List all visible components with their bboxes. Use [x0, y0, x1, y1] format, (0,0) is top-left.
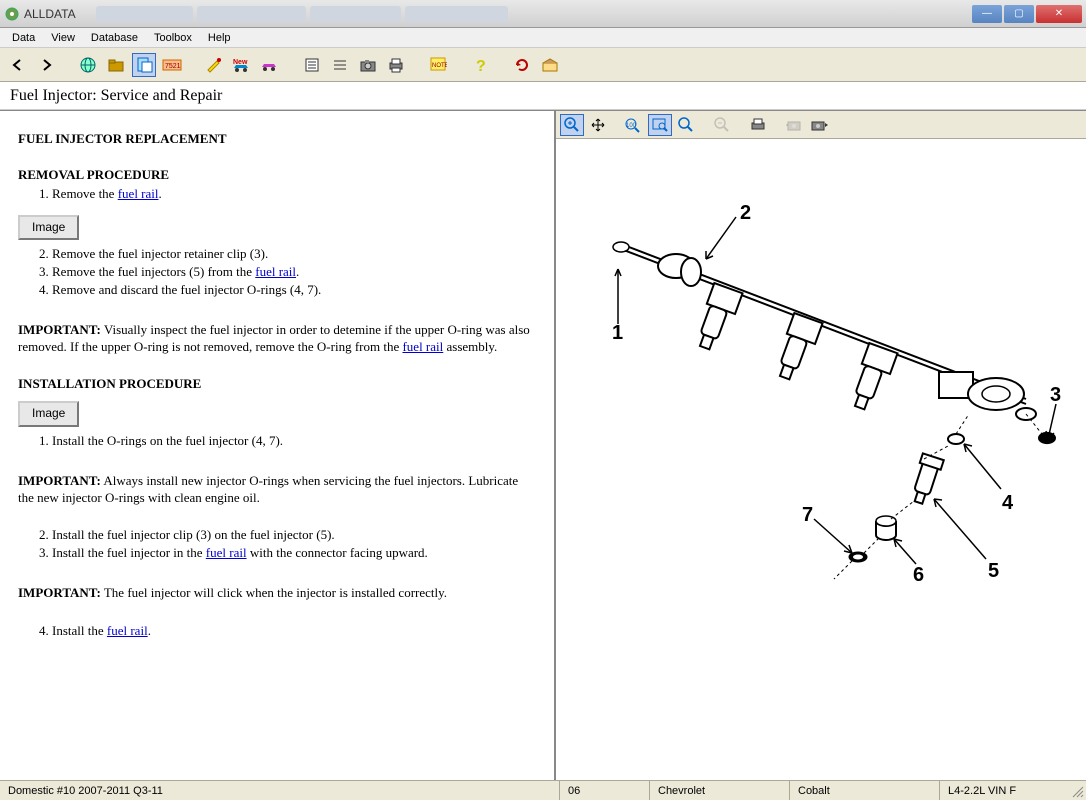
image-button[interactable]: Image: [18, 215, 79, 241]
fuel-rail-link[interactable]: fuel rail: [255, 264, 296, 279]
install-step: Install the fuel injector in the fuel ra…: [52, 545, 536, 562]
bg-tab[interactable]: [405, 6, 508, 22]
content-area: FUEL INJECTOR REPLACEMENT REMOVAL PROCED…: [0, 110, 1086, 780]
globe-icon[interactable]: [76, 53, 100, 77]
install-step: Install the fuel rail.: [52, 623, 536, 640]
resize-grip-icon[interactable]: [1070, 784, 1084, 798]
new-car-icon[interactable]: New: [230, 53, 254, 77]
removal-step: Remove the fuel rail.: [52, 186, 536, 203]
svg-text:5: 5: [988, 560, 999, 582]
zoom-100-icon[interactable]: 100: [622, 114, 646, 136]
removal-step: Remove the fuel injector retainer clip (…: [52, 246, 536, 263]
fuel-rail-link[interactable]: fuel rail: [118, 186, 159, 201]
menu-toolbox[interactable]: Toolbox: [146, 30, 200, 46]
camera-prev-icon: [782, 114, 806, 136]
menu-data[interactable]: Data: [4, 30, 43, 46]
menu-view[interactable]: View: [43, 30, 83, 46]
menu-bar: Data View Database Toolbox Help: [0, 28, 1086, 48]
svg-text:7: 7: [802, 504, 813, 526]
status-disc: Domestic #10 2007-2011 Q3-11: [0, 781, 560, 800]
car-icon[interactable]: [258, 53, 282, 77]
svg-text:NOTE: NOTE: [432, 63, 447, 69]
fuel-rail-link[interactable]: fuel rail: [206, 545, 247, 560]
status-model: Cobalt: [790, 781, 940, 800]
svg-text:7521: 7521: [165, 63, 181, 70]
camera-next-icon[interactable]: [808, 114, 832, 136]
removal-heading: REMOVAL PROCEDURE: [18, 167, 536, 184]
image-pane: 100: [554, 111, 1086, 780]
status-make: Chevrolet: [650, 781, 790, 800]
svg-text:?: ?: [476, 58, 486, 74]
menu-database[interactable]: Database: [83, 30, 146, 46]
fuel-injector-diagram: 1 2 3 4 5 6 7: [576, 169, 1066, 609]
install-step: Install the fuel injector clip (3) on th…: [52, 527, 536, 544]
forward-button[interactable]: [34, 53, 58, 77]
help-icon[interactable]: ?: [468, 53, 492, 77]
note-icon[interactable]: NOTE: [426, 53, 450, 77]
main-toolbar: 7521 New NOTE ?: [0, 48, 1086, 82]
refresh-icon[interactable]: [510, 53, 534, 77]
important-note: IMPORTANT: The fuel injector will click …: [18, 585, 536, 602]
close-button[interactable]: ✕: [1036, 5, 1082, 23]
important-note: IMPORTANT: Always install new injector O…: [18, 473, 536, 507]
back-button[interactable]: [6, 53, 30, 77]
page-title: Fuel Injector: Service and Repair: [0, 82, 1086, 110]
fuel-rail-link[interactable]: fuel rail: [107, 623, 148, 638]
camera-icon[interactable]: [356, 53, 380, 77]
print-image-icon[interactable]: [746, 114, 770, 136]
menu-help[interactable]: Help: [200, 30, 239, 46]
status-bar: Domestic #10 2007-2011 Q3-11 06 Chevrole…: [0, 780, 1086, 800]
zoom-in-icon[interactable]: [560, 114, 584, 136]
pan-icon[interactable]: [586, 114, 610, 136]
svg-text:4: 4: [1002, 492, 1014, 514]
image-toolbar: 100: [556, 111, 1086, 139]
status-engine: L4-2.2L VIN F: [940, 781, 1086, 800]
svg-text:1: 1: [612, 322, 623, 344]
window-title: ALLDATA: [24, 7, 76, 21]
install-heading: INSTALLATION PROCEDURE: [18, 376, 536, 393]
zoom-fit-icon[interactable]: [648, 114, 672, 136]
document-pane: FUEL INJECTOR REPLACEMENT REMOVAL PROCED…: [0, 111, 554, 780]
7521-icon[interactable]: 7521: [160, 53, 184, 77]
taskbar-tabs: [96, 6, 972, 22]
zoom-out-icon: [710, 114, 734, 136]
paint-icon[interactable]: [202, 53, 226, 77]
removal-step: Remove and discard the fuel injector O-r…: [52, 282, 536, 299]
window-titlebar: ALLDATA — ▢ ✕: [0, 0, 1086, 28]
app-icon: [4, 6, 20, 22]
lines-icon[interactable]: [328, 53, 352, 77]
shop-icon[interactable]: [538, 53, 562, 77]
bg-tab[interactable]: [96, 6, 193, 22]
bg-tab[interactable]: [310, 6, 401, 22]
folder-icon[interactable]: [104, 53, 128, 77]
fuel-rail-link[interactable]: fuel rail: [402, 339, 443, 354]
svg-text:2: 2: [740, 202, 751, 224]
maximize-button[interactable]: ▢: [1004, 5, 1034, 23]
doc-heading: FUEL INJECTOR REPLACEMENT: [18, 131, 536, 148]
svg-text:New: New: [233, 59, 248, 66]
bg-tab[interactable]: [197, 6, 306, 22]
removal-step: Remove the fuel injectors (5) from the f…: [52, 264, 536, 281]
svg-text:3: 3: [1050, 384, 1061, 406]
image-viewer[interactable]: 1 2 3 4 5 6 7: [556, 139, 1086, 780]
status-year: 06: [560, 781, 650, 800]
document-icon[interactable]: [132, 53, 156, 77]
image-button[interactable]: Image: [18, 401, 79, 427]
svg-text:6: 6: [913, 564, 924, 586]
zoom-select-icon[interactable]: [674, 114, 698, 136]
important-note: IMPORTANT: Visually inspect the fuel inj…: [18, 322, 536, 356]
install-step: Install the O-rings on the fuel injector…: [52, 433, 536, 450]
list-icon[interactable]: [300, 53, 324, 77]
print-icon[interactable]: [384, 53, 408, 77]
minimize-button[interactable]: —: [972, 5, 1002, 23]
